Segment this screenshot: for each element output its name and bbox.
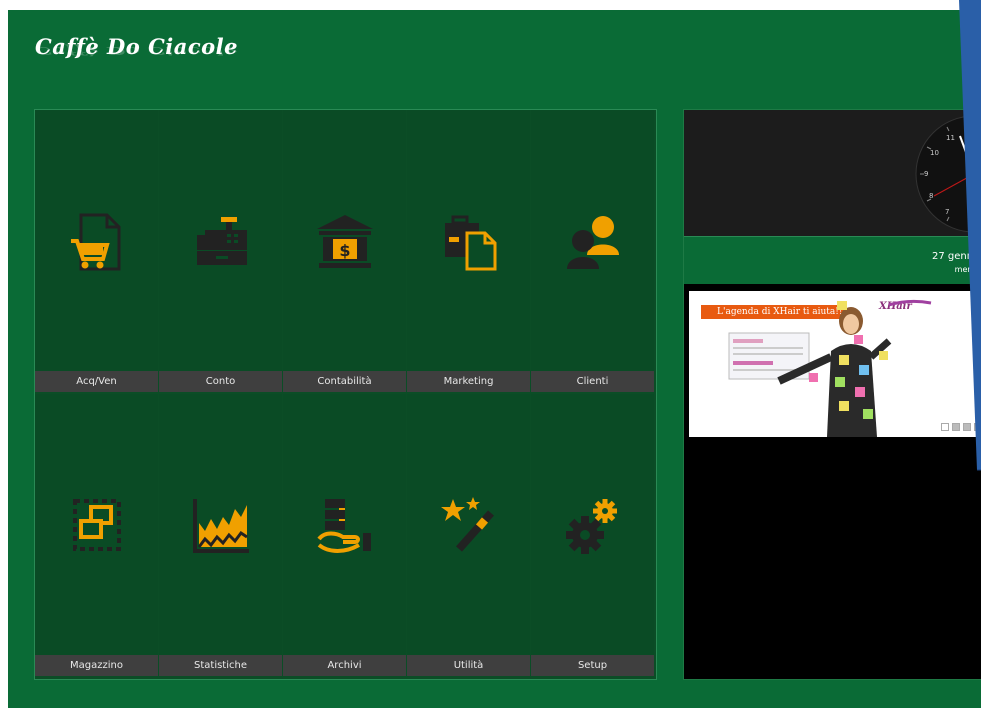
tile-clienti[interactable]: Clienti [531, 110, 654, 392]
svg-text:$: $ [339, 241, 350, 260]
carousel-dot[interactable] [941, 423, 949, 431]
bank-icon: $ [283, 110, 406, 371]
hand-database-icon [283, 394, 406, 655]
tile-label: Marketing [407, 371, 530, 392]
tile-label: Statistiche [159, 655, 282, 676]
app-logo-reflection: Caffè Do Ciacole [35, 44, 239, 58]
tile-label: Contabilità [283, 371, 406, 392]
date-widget: 27 gennai mercol [684, 236, 981, 284]
tile-utilita[interactable]: Utilità [407, 394, 530, 676]
magic-wand-icon [407, 394, 530, 655]
tile-label: Setup [531, 655, 654, 676]
area-chart-icon [159, 394, 282, 655]
analog-clock: 11 10 9 8 7 6 [915, 115, 981, 233]
tile-label: Archivi [283, 655, 406, 676]
tile-magazzino[interactable]: Magazzino [35, 394, 158, 676]
tile-label: Magazzino [35, 655, 158, 676]
advertisement-banner[interactable]: L'agenda di XHair ti aiuta!!!! XHair [689, 291, 981, 437]
tile-contabilita[interactable]: $ Contabilità [283, 110, 406, 392]
tile-label: Conto [159, 371, 282, 392]
users-icon [531, 110, 654, 371]
tile-label: Utilità [407, 655, 530, 676]
tile-setup[interactable]: Setup [531, 394, 654, 676]
tile-statistiche[interactable]: Statistiche [159, 394, 282, 676]
shopping-cart-document-icon [35, 110, 158, 371]
app-window: Caffè Do Ciacole Caffè Do Ciacole Acq/Ve… [8, 10, 981, 708]
clock-numeral: 9 [924, 170, 928, 178]
info-panel: 11 10 9 8 7 6 27 gennai mercol L'agenda … [683, 109, 981, 680]
briefcase-document-icon [407, 110, 530, 371]
main-menu-grid: Acq/Ven Conto $ Contabilità Marketing Cl… [34, 109, 657, 680]
gears-icon [531, 394, 654, 655]
tile-conto[interactable]: Conto [159, 110, 282, 392]
ad-illustration [728, 299, 932, 437]
clock-numeral: 11 [946, 134, 955, 142]
tile-archivi[interactable]: Archivi [283, 394, 406, 676]
clock-numeral: 8 [929, 192, 933, 200]
clock-widget: 11 10 9 8 7 6 [684, 110, 981, 236]
clock-numeral: 7 [945, 208, 949, 216]
tile-label: Clienti [531, 371, 654, 392]
tile-marketing[interactable]: Marketing [407, 110, 530, 392]
tile-label: Acq/Ven [35, 371, 158, 392]
copy-selection-icon [35, 394, 158, 655]
side-ribbon-shape [959, 0, 981, 471]
tile-acq-ven[interactable]: Acq/Ven [35, 110, 158, 392]
clock-numeral: 10 [930, 149, 939, 157]
cash-register-icon [159, 110, 282, 371]
